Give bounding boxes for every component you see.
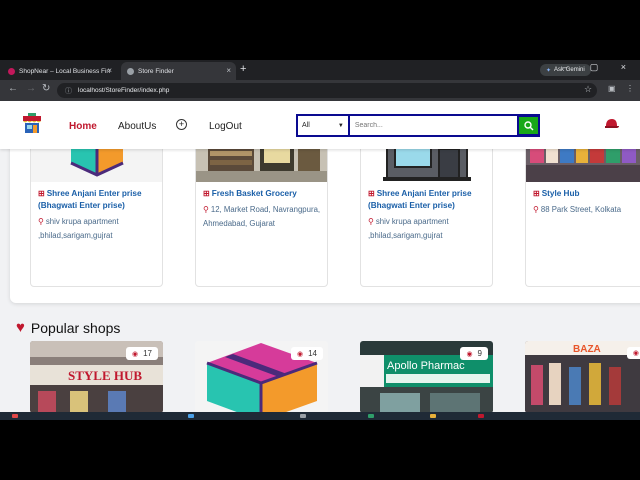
store-name[interactable]: ⊞ Fresh Basket Grocery: [196, 182, 327, 200]
store-address-text: shiv krupa apartment ,bhilad,sarigam,guj…: [368, 217, 449, 240]
search-button[interactable]: [519, 117, 538, 134]
popular-shops-title: Popular shops: [30, 319, 121, 336]
taskbar-app-icon[interactable]: [188, 414, 194, 418]
tab-favicon-icon: [127, 67, 134, 75]
search-bar: All ▼: [296, 114, 540, 137]
nav-about-link[interactable]: AboutUs: [118, 121, 156, 132]
view-count-badge: ◉: [626, 347, 640, 359]
location-pin-icon: ⚲: [368, 217, 374, 226]
popular-shop-card[interactable]: BAZA ◉: [525, 341, 640, 412]
store-address: ⚲ shiv krupa apartment ,bhilad,sarigam,gu…: [361, 212, 492, 243]
eye-icon: ◉: [131, 350, 139, 358]
heart-icon: ♥: [16, 319, 25, 336]
tab-title: ShopNear – Local Business Fin: [19, 67, 111, 75]
browser-tab-shopnear[interactable]: ShopNear – Local Business Fin ×: [2, 62, 117, 80]
forward-arrow-icon[interactable]: →: [26, 83, 36, 94]
user-cap-icon[interactable]: [604, 118, 620, 130]
store-name[interactable]: ⊞ Style Hub: [526, 182, 640, 200]
store-name[interactable]: ⊞ Shree Anjani Enter prise (Bhagwati Ente…: [361, 182, 492, 212]
nav-logout-link[interactable]: LogOut: [209, 121, 242, 132]
store-name[interactable]: ⊞ Shree Anjani Enter prise (Bhagwati Ente…: [31, 182, 162, 212]
store-name-text: Fresh Basket Grocery: [211, 189, 297, 198]
bazaar-photo: BAZA: [525, 341, 640, 412]
eye-icon: ◉: [296, 350, 304, 358]
eye-icon: ◉: [466, 350, 473, 358]
taskbar-app-icon[interactable]: [430, 414, 436, 418]
tab-favicon-icon: [8, 67, 15, 75]
popular-shops-heading: ♥ Popular shops: [16, 319, 120, 336]
store-name-text: Shree Anjani Enter prise (Bhagwati Enter…: [38, 189, 142, 210]
bookmark-star-icon[interactable]: ☆: [584, 84, 592, 95]
store-address: ⚲ shiv krupa apartment ,bhilad,sarigam,gu…: [31, 212, 162, 243]
site-header: Home AboutUs + LogOut All ▼: [0, 101, 640, 149]
search-icon: [523, 120, 534, 130]
view-count-badge: ◉ 14: [290, 347, 323, 360]
popular-shop-card[interactable]: STYLE HUB ◉ 17: [30, 341, 163, 412]
view-count: 9: [477, 349, 482, 358]
store-name-text: Style Hub: [541, 189, 580, 198]
store-address: ⚲ 88 Park Street, Kolkata: [526, 200, 640, 217]
tab-title: Store Finder: [138, 67, 174, 75]
nav-home-link[interactable]: Home: [69, 121, 97, 132]
store-card[interactable]: ⊞ Fresh Basket Grocery ⚲ 12, Market Road, …: [195, 128, 328, 287]
address-bar[interactable]: ⓘ localhost/StoreFinder/index.php: [57, 83, 597, 98]
category-select[interactable]: All ▼: [298, 116, 348, 135]
location-pin-icon: ⚲: [203, 205, 209, 214]
tab-close-icon[interactable]: ×: [107, 66, 112, 75]
store-address-text: shiv krupa apartment ,bhilad,sarigam,guj…: [38, 217, 119, 240]
reload-icon[interactable]: ↻: [42, 83, 50, 94]
menu-icon[interactable]: ⋮: [626, 84, 634, 93]
tab-close-icon[interactable]: ×: [226, 66, 231, 75]
os-taskbar: [0, 412, 640, 420]
add-store-icon[interactable]: +: [176, 119, 187, 130]
address-url: localhost/StoreFinder/index.php: [78, 87, 170, 94]
category-select-value: All: [302, 122, 310, 129]
taskbar-app-icon[interactable]: [478, 414, 484, 418]
shop-sign-text: Apollo Pharmac: [387, 360, 465, 372]
new-tab-button[interactable]: +: [240, 63, 246, 75]
store-icon: ⊞: [38, 189, 45, 198]
store-icon: ⊞: [203, 189, 210, 198]
location-pin-icon: ⚲: [38, 217, 44, 226]
store-card[interactable]: ⊞ Style Hub ⚲ 88 Park Street, Kolkata: [525, 128, 640, 287]
chevron-down-icon: ▼: [337, 122, 344, 129]
store-icon: ⊞: [533, 189, 540, 198]
eye-icon: ◉: [632, 350, 639, 357]
store-address-text: 88 Park Street, Kolkata: [540, 205, 622, 214]
location-pin-icon: ⚲: [533, 205, 539, 214]
shop-sign-text: STYLE HUB: [68, 368, 142, 383]
view-count: 14: [308, 349, 317, 358]
store-icon: ⊞: [368, 189, 375, 198]
page-viewport: ⊞ Shree Anjani Enter prise (Bhagwati Ente…: [0, 101, 640, 412]
view-count-badge: ◉ 9: [460, 347, 488, 360]
screen: ShopNear – Local Business Fin × Store Fi…: [0, 0, 640, 480]
shop-sign-text: BAZA: [573, 344, 601, 355]
store-name-text: Shree Anjani Enter prise (Bhagwati Enter…: [368, 189, 472, 210]
extensions-icon[interactable]: ▣: [608, 84, 616, 93]
browser-tab-store-finder[interactable]: Store Finder ×: [121, 62, 236, 80]
store-logo-icon[interactable]: [22, 113, 42, 135]
popular-shop-card[interactable]: ◉ 14: [195, 341, 328, 412]
view-count: 17: [143, 349, 152, 358]
taskbar-app-icon[interactable]: [12, 414, 18, 418]
store-address: ⚲ 12, Market Road, Navrangpura, Ahmedabad…: [196, 200, 327, 231]
view-count-badge: ◉ 17: [125, 347, 158, 360]
popular-shop-card[interactable]: Apollo Pharmac ◉ 9: [360, 341, 493, 412]
store-address-text: 12, Market Road, Navrangpura, Ahmedabad,…: [203, 205, 321, 228]
store-card[interactable]: ⊞ Shree Anjani Enter prise (Bhagwati Ente…: [30, 128, 163, 287]
search-input[interactable]: [349, 116, 518, 135]
taskbar-app-icon[interactable]: [300, 414, 306, 418]
window-controls[interactable]: – ▢ ×: [562, 62, 636, 73]
store-card[interactable]: ⊞ Shree Anjani Enter prise (Bhagwati Ente…: [360, 128, 493, 287]
taskbar-app-icon[interactable]: [368, 414, 374, 418]
site-info-icon[interactable]: ⓘ: [65, 86, 72, 96]
gemini-icon: ✦: [546, 67, 552, 74]
back-arrow-icon[interactable]: ←: [8, 83, 18, 94]
